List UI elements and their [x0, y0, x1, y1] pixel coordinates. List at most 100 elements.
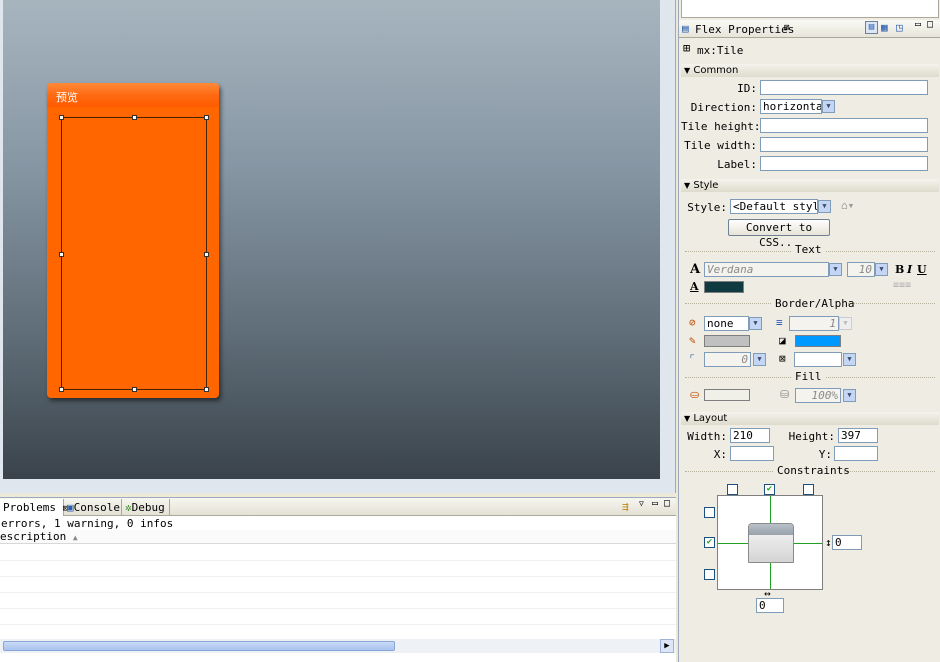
convert-to-css-button[interactable]: Convert to CSS...: [728, 219, 830, 249]
maximize-icon[interactable]: □: [927, 19, 933, 30]
table-row[interactable]: [0, 545, 676, 561]
fill-color-swatch[interactable]: [704, 389, 750, 401]
collapse-icon: ▼: [684, 181, 691, 190]
section-layout-label: Layout: [693, 413, 728, 424]
view-menu-icon[interactable]: ▽: [639, 499, 644, 508]
font-size-select[interactable]: 10: [847, 262, 875, 277]
resize-handle-nw[interactable]: [59, 115, 64, 120]
alphabetical-view-icon[interactable]: ◳: [896, 21, 903, 34]
constraint-bottom-offset-field[interactable]: 0: [756, 598, 784, 613]
label-field[interactable]: [760, 156, 928, 171]
border-color-swatch[interactable]: [704, 335, 750, 347]
canvas-background[interactable]: 预览: [3, 0, 660, 479]
fill-alpha-field[interactable]: 100%: [795, 388, 841, 403]
collapse-icon: ▼: [684, 66, 691, 75]
style-label: Style:: [687, 201, 727, 214]
maximize-icon[interactable]: □: [664, 498, 670, 509]
minimize-icon[interactable]: ▭: [652, 498, 658, 509]
constraint-right-offset-field[interactable]: 0: [832, 535, 862, 550]
horizontal-scrollbar[interactable]: ▶: [0, 639, 676, 653]
scroll-right-button[interactable]: ▶: [660, 639, 674, 653]
italic-button[interactable]: I: [907, 263, 912, 276]
filter-icon[interactable]: ⇶: [622, 500, 629, 513]
direction-select[interactable]: horizontal: [760, 99, 822, 114]
table-row[interactable]: [0, 593, 676, 609]
design-canvas[interactable]: 预览: [0, 0, 676, 493]
resize-handle-ne[interactable]: [204, 115, 209, 120]
style-select[interactable]: <Default style>: [730, 199, 818, 214]
border-thickness-field[interactable]: 1: [789, 316, 839, 331]
chevron-down-icon[interactable]: ▼: [843, 389, 856, 402]
constraint-left-checkbox[interactable]: [727, 484, 738, 495]
close-icon[interactable]: ⊠: [784, 23, 789, 33]
constraint-top-checkbox[interactable]: [704, 507, 715, 518]
id-label: ID:: [737, 82, 757, 95]
section-style[interactable]: ▼ Style: [681, 179, 939, 192]
corner-radius-field[interactable]: 0: [704, 352, 751, 367]
resize-handle-e[interactable]: [204, 252, 209, 257]
font-family-select[interactable]: Verdana: [704, 262, 829, 277]
minimize-icon[interactable]: ▭: [915, 19, 921, 30]
tile-height-label: Tile height:: [681, 120, 761, 133]
category-view-icon[interactable]: ▦: [881, 21, 888, 34]
table-row[interactable]: [0, 577, 676, 593]
panel-title: 预览: [47, 83, 219, 107]
constraint-hcenter-checkbox[interactable]: ✔: [764, 484, 775, 495]
resize-handle-s[interactable]: [132, 387, 137, 392]
x-label: X:: [713, 448, 727, 461]
tab-console-label: Console: [73, 501, 120, 514]
chevron-down-icon[interactable]: ▼: [818, 200, 831, 213]
constraint-vcenter-checkbox[interactable]: ✔: [704, 537, 715, 548]
chevron-down-icon[interactable]: ▼: [829, 263, 842, 276]
height-field[interactable]: 397: [838, 428, 878, 443]
background-color-swatch[interactable]: [795, 335, 841, 347]
text-color-icon: A: [690, 280, 699, 293]
border-style-select[interactable]: none: [704, 316, 749, 331]
standard-view-icon[interactable]: ▤: [865, 21, 878, 34]
chevron-down-icon[interactable]: ▼: [843, 353, 856, 366]
underline-button[interactable]: U: [917, 263, 927, 276]
shadow-icon: ⊠: [779, 352, 786, 365]
table-row[interactable]: [0, 609, 676, 625]
table-row[interactable]: [0, 561, 676, 577]
chevron-down-icon[interactable]: ▼: [839, 317, 852, 330]
constraint-bottom-checkbox[interactable]: [704, 569, 715, 580]
resize-handle-sw[interactable]: [59, 387, 64, 392]
constraints-diagram: [717, 495, 823, 590]
constraint-right-checkbox[interactable]: [803, 484, 814, 495]
problems-summary: errors, 1 warning, 0 infos: [1, 517, 174, 530]
constraints-group-title: Constraints: [773, 464, 850, 477]
style-tool-icon[interactable]: ⌂▾: [841, 199, 854, 212]
chevron-down-icon[interactable]: ▼: [749, 317, 762, 330]
text-color-swatch[interactable]: [704, 281, 744, 293]
section-layout[interactable]: ▼ Layout: [681, 412, 939, 425]
width-field[interactable]: 210: [730, 428, 770, 443]
preview-panel[interactable]: 预览: [47, 83, 219, 398]
tab-console[interactable]: ▣Console: [64, 499, 122, 516]
chevron-down-icon[interactable]: ▼: [822, 100, 835, 113]
tab-debug[interactable]: ✲Debug: [122, 499, 170, 516]
section-common[interactable]: ▼ Common: [681, 64, 939, 77]
resize-handle-w[interactable]: [59, 252, 64, 257]
chevron-down-icon[interactable]: ▼: [875, 263, 888, 276]
shadow-select[interactable]: [794, 352, 842, 367]
tile-width-field[interactable]: [760, 137, 928, 152]
chevron-down-icon[interactable]: ▼: [753, 353, 766, 366]
scrollbar-thumb[interactable]: [3, 641, 395, 651]
resize-handle-se[interactable]: [204, 387, 209, 392]
resize-handle-n[interactable]: [132, 115, 137, 120]
tab-flex-properties[interactable]: Flex Properties: [695, 23, 794, 36]
fill-alpha-icon: ⛁: [780, 388, 790, 401]
bold-button[interactable]: B: [895, 263, 904, 276]
id-field[interactable]: [760, 80, 928, 95]
align-icons[interactable]: ≡≡≡: [893, 280, 911, 291]
description-column-header[interactable]: escription ▲: [0, 530, 676, 544]
y-field[interactable]: [834, 446, 878, 461]
sort-up-icon: ▲: [72, 533, 78, 542]
component-name: mx:Tile: [697, 44, 744, 57]
selected-tile[interactable]: [59, 115, 209, 392]
text-group-title: Text: [791, 243, 825, 256]
tab-problems[interactable]: Problems ⊠: [0, 499, 68, 516]
x-field[interactable]: [730, 446, 774, 461]
tile-height-field[interactable]: [760, 118, 928, 133]
